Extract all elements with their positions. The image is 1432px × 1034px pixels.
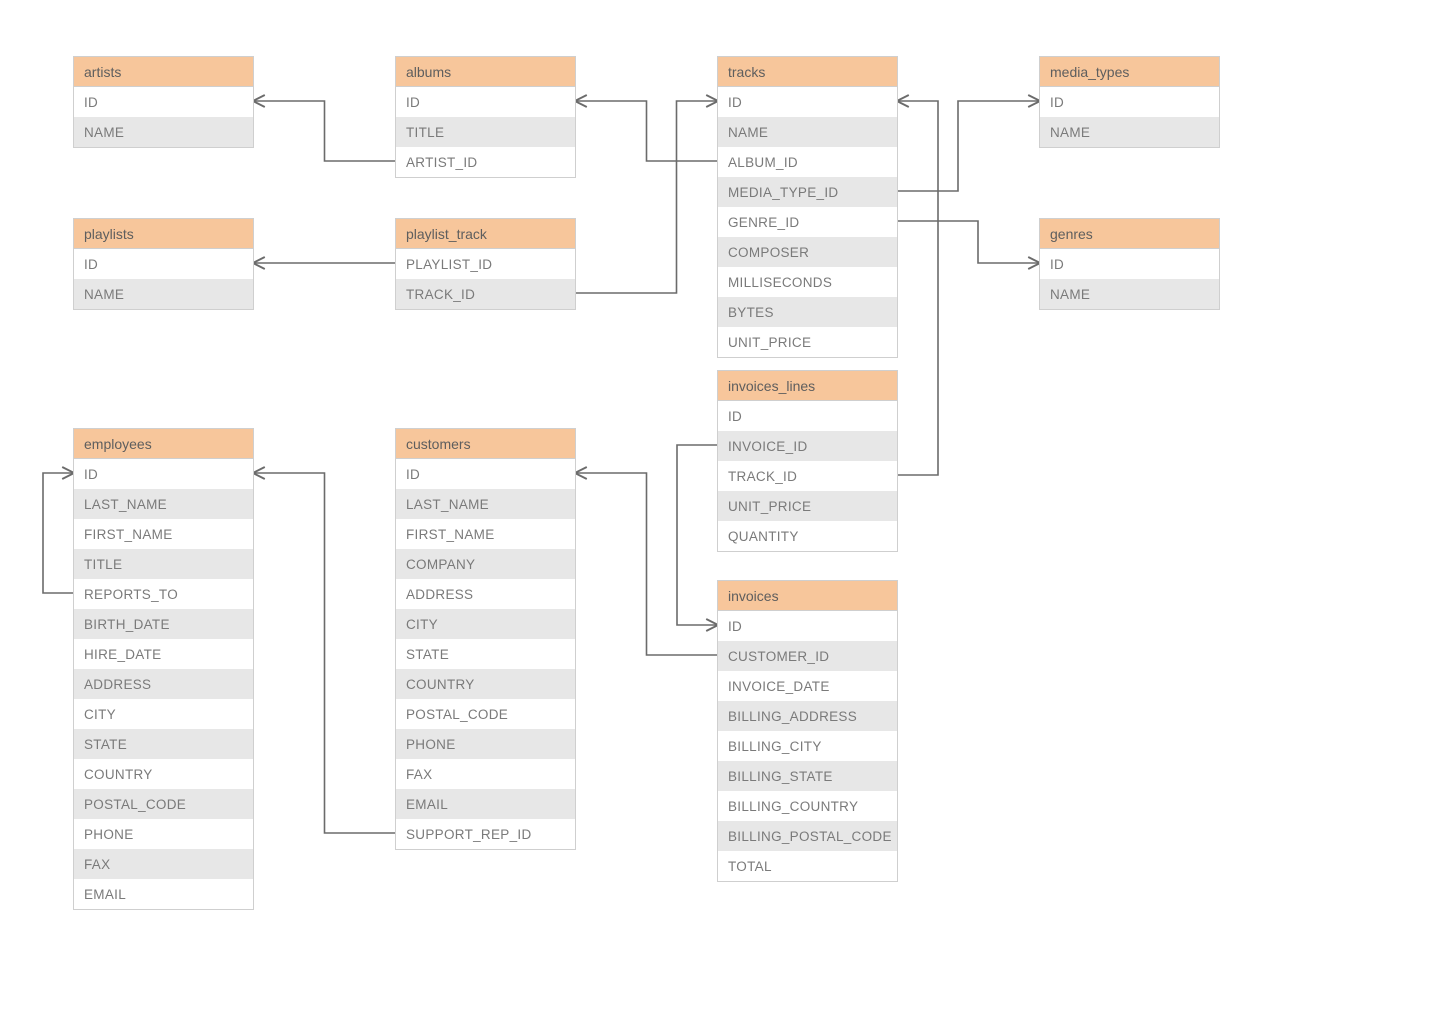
relation-line: [43, 473, 73, 593]
entity-column: NAME: [718, 117, 897, 147]
entity-column: TRACK_ID: [718, 461, 897, 491]
entity-column: ID: [396, 459, 575, 489]
entity-tracks[interactable]: tracksIDNAMEALBUM_IDMEDIA_TYPE_IDGENRE_I…: [717, 56, 898, 358]
entity-header: customers: [396, 429, 575, 459]
entity-column: POSTAL_CODE: [396, 699, 575, 729]
entity-column: FAX: [396, 759, 575, 789]
entity-column: ADDRESS: [396, 579, 575, 609]
entity-column: BILLING_POSTAL_CODE: [718, 821, 897, 851]
entity-column: COUNTRY: [396, 669, 575, 699]
relation-line: [254, 101, 395, 161]
entity-column: ID: [718, 401, 897, 431]
entity-column: TITLE: [74, 549, 253, 579]
relation-line: [898, 101, 938, 475]
entity-column: STATE: [74, 729, 253, 759]
entity-column: LAST_NAME: [396, 489, 575, 519]
entity-column: ID: [74, 459, 253, 489]
entity-column: COUNTRY: [74, 759, 253, 789]
entity-column: POSTAL_CODE: [74, 789, 253, 819]
entity-column: ID: [718, 611, 897, 641]
entity-column: GENRE_ID: [718, 207, 897, 237]
entity-column: BILLING_STATE: [718, 761, 897, 791]
entity-column: ID: [1040, 87, 1219, 117]
entity-media_types[interactable]: media_typesIDNAME: [1039, 56, 1220, 148]
entity-header: playlist_track: [396, 219, 575, 249]
entity-invoices_lines[interactable]: invoices_linesIDINVOICE_IDTRACK_IDUNIT_P…: [717, 370, 898, 552]
entity-column: ID: [396, 87, 575, 117]
entity-column: SUPPORT_REP_ID: [396, 819, 575, 849]
entity-column: BILLING_CITY: [718, 731, 897, 761]
entity-column: ID: [74, 249, 253, 279]
entity-header: employees: [74, 429, 253, 459]
entity-column: ID: [718, 87, 897, 117]
entity-column: MILLISECONDS: [718, 267, 897, 297]
entity-column: PLAYLIST_ID: [396, 249, 575, 279]
relation-line: [898, 221, 1039, 263]
entity-header: playlists: [74, 219, 253, 249]
entity-header: artists: [74, 57, 253, 87]
entity-column: REPORTS_TO: [74, 579, 253, 609]
entity-column: FAX: [74, 849, 253, 879]
entity-column: EMAIL: [74, 879, 253, 909]
relation-line: [677, 445, 717, 625]
entity-column: HIRE_DATE: [74, 639, 253, 669]
entity-column: UNIT_PRICE: [718, 491, 897, 521]
entity-column: TITLE: [396, 117, 575, 147]
relation-line: [898, 101, 1039, 191]
entity-column: NAME: [1040, 279, 1219, 309]
entity-column: BYTES: [718, 297, 897, 327]
relation-line: [576, 473, 717, 655]
entity-column: ALBUM_ID: [718, 147, 897, 177]
entity-column: ADDRESS: [74, 669, 253, 699]
entity-column: STATE: [396, 639, 575, 669]
entity-column: ID: [1040, 249, 1219, 279]
entity-column: COMPOSER: [718, 237, 897, 267]
relation-line: [576, 101, 717, 293]
entity-column: INVOICE_ID: [718, 431, 897, 461]
entity-header: tracks: [718, 57, 897, 87]
entity-header: albums: [396, 57, 575, 87]
entity-column: NAME: [1040, 117, 1219, 147]
entity-column: FIRST_NAME: [396, 519, 575, 549]
entity-playlist_track[interactable]: playlist_trackPLAYLIST_IDTRACK_ID: [395, 218, 576, 310]
entity-column: TRACK_ID: [396, 279, 575, 309]
entity-header: genres: [1040, 219, 1219, 249]
entity-column: CITY: [74, 699, 253, 729]
entity-column: CITY: [396, 609, 575, 639]
entity-column: ARTIST_ID: [396, 147, 575, 177]
entity-column: BILLING_ADDRESS: [718, 701, 897, 731]
entity-column: MEDIA_TYPE_ID: [718, 177, 897, 207]
entity-column: QUANTITY: [718, 521, 897, 551]
entity-column: PHONE: [74, 819, 253, 849]
relation-line: [576, 101, 717, 161]
entity-column: LAST_NAME: [74, 489, 253, 519]
entity-albums[interactable]: albumsIDTITLEARTIST_ID: [395, 56, 576, 178]
entity-column: INVOICE_DATE: [718, 671, 897, 701]
entity-customers[interactable]: customersIDLAST_NAMEFIRST_NAMECOMPANYADD…: [395, 428, 576, 850]
entity-column: COMPANY: [396, 549, 575, 579]
entity-genres[interactable]: genresIDNAME: [1039, 218, 1220, 310]
entity-column: ID: [74, 87, 253, 117]
entity-column: NAME: [74, 279, 253, 309]
entity-column: BILLING_COUNTRY: [718, 791, 897, 821]
entity-column: EMAIL: [396, 789, 575, 819]
entity-column: FIRST_NAME: [74, 519, 253, 549]
entity-invoices[interactable]: invoicesIDCUSTOMER_IDINVOICE_DATEBILLING…: [717, 580, 898, 882]
relation-line: [254, 473, 395, 833]
entity-column: UNIT_PRICE: [718, 327, 897, 357]
entity-column: BIRTH_DATE: [74, 609, 253, 639]
entity-column: TOTAL: [718, 851, 897, 881]
entity-playlists[interactable]: playlistsIDNAME: [73, 218, 254, 310]
entity-artists[interactable]: artistsIDNAME: [73, 56, 254, 148]
entity-column: PHONE: [396, 729, 575, 759]
entity-employees[interactable]: employeesIDLAST_NAMEFIRST_NAMETITLEREPOR…: [73, 428, 254, 910]
entity-header: invoices: [718, 581, 897, 611]
entity-header: media_types: [1040, 57, 1219, 87]
entity-column: CUSTOMER_ID: [718, 641, 897, 671]
entity-header: invoices_lines: [718, 371, 897, 401]
entity-column: NAME: [74, 117, 253, 147]
